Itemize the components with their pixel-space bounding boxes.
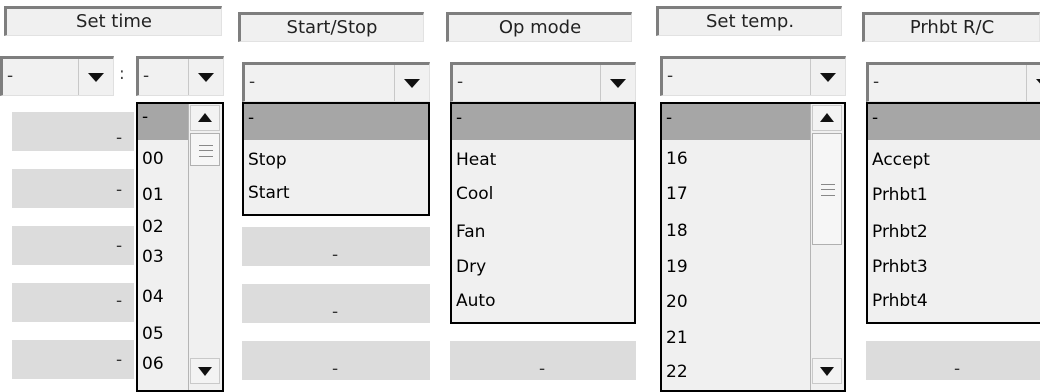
list-item[interactable]: Cool bbox=[452, 177, 634, 214]
chevron-down-icon bbox=[198, 73, 214, 82]
list-item[interactable]: Accept bbox=[868, 140, 1040, 177]
list-item[interactable]: - bbox=[244, 104, 428, 140]
list-item[interactable]: Dry bbox=[452, 250, 634, 285]
start-stop-dropdown-button[interactable] bbox=[394, 65, 429, 101]
cell-value: - bbox=[116, 128, 123, 148]
cell-value: - bbox=[116, 180, 123, 200]
set-temp-dropdown-button[interactable] bbox=[810, 59, 845, 95]
prhbt-rc-cell[interactable]: - bbox=[866, 341, 1040, 380]
arrow-down-icon bbox=[820, 367, 834, 376]
set-time-cell[interactable]: - bbox=[12, 112, 134, 151]
cell-value: - bbox=[116, 291, 123, 311]
set-time-cell[interactable]: - bbox=[12, 226, 134, 265]
start-stop-cell[interactable]: - bbox=[242, 284, 430, 323]
prhbt-rc-header: Prhbt R/C bbox=[862, 12, 1040, 42]
set-temp-header: Set temp. bbox=[656, 6, 842, 36]
set-temp-list-scrollbar[interactable] bbox=[810, 104, 844, 390]
chevron-down-icon bbox=[88, 73, 104, 82]
minute-dropdown-button[interactable] bbox=[188, 59, 223, 95]
start-stop-value: - bbox=[249, 72, 256, 92]
list-item[interactable]: Prhbt1 bbox=[868, 177, 1040, 214]
scroll-down-button[interactable] bbox=[190, 358, 220, 384]
grip-icon bbox=[199, 144, 213, 157]
cell-value: - bbox=[116, 350, 123, 370]
list-item[interactable]: - bbox=[452, 104, 634, 140]
chevron-down-icon bbox=[1036, 79, 1040, 88]
cell-value: - bbox=[332, 302, 339, 322]
time-separator: : bbox=[119, 64, 125, 84]
minute-value: - bbox=[143, 66, 150, 86]
chevron-down-icon bbox=[610, 79, 626, 88]
set-time-minute-dropdown[interactable]: - bbox=[136, 56, 224, 96]
set-time-cell[interactable]: - bbox=[12, 340, 134, 379]
start-stop-cell[interactable]: - bbox=[242, 227, 430, 266]
arrow-up-icon bbox=[820, 113, 834, 122]
start-stop-cell[interactable]: - bbox=[242, 341, 430, 380]
chevron-down-icon bbox=[820, 73, 836, 82]
hour-dropdown-button[interactable] bbox=[78, 59, 113, 95]
list-item[interactable]: Start bbox=[244, 177, 428, 214]
list-item[interactable]: - bbox=[868, 104, 1040, 140]
chevron-down-icon bbox=[404, 79, 420, 88]
set-time-header: Set time bbox=[4, 6, 222, 36]
list-item[interactable]: Auto bbox=[452, 285, 634, 321]
scroll-down-button[interactable] bbox=[812, 358, 842, 384]
set-time-cell[interactable]: - bbox=[12, 169, 134, 208]
list-item[interactable]: Prhbt4 bbox=[868, 285, 1040, 321]
set-temp-header-label: Set temp. bbox=[705, 11, 795, 32]
start-stop-dropdown[interactable]: - bbox=[242, 62, 430, 102]
set-temp-dropdown[interactable]: - bbox=[660, 56, 846, 96]
prhbt-rc-header-label: Prhbt R/C bbox=[909, 17, 995, 38]
minute-dropdown-list[interactable]: - 00 01 02 03 04 05 06 bbox=[136, 102, 224, 392]
scrollbar-thumb[interactable] bbox=[812, 133, 842, 245]
list-item[interactable]: Fan bbox=[452, 214, 634, 250]
start-stop-dropdown-list[interactable]: - Stop Start bbox=[242, 102, 430, 216]
list-item[interactable]: Stop bbox=[244, 140, 428, 177]
scrollbar-thumb[interactable] bbox=[190, 133, 220, 166]
op-mode-header-label: Op mode bbox=[498, 17, 582, 38]
list-item[interactable]: Heat bbox=[452, 140, 634, 177]
arrow-down-icon bbox=[198, 367, 212, 376]
cell-value: - bbox=[116, 236, 123, 256]
prhbt-rc-value: - bbox=[873, 72, 880, 92]
list-item[interactable]: Prhbt2 bbox=[868, 214, 1040, 250]
cell-value: - bbox=[332, 245, 339, 265]
cell-value: - bbox=[954, 359, 961, 379]
start-stop-header-label: Start/Stop bbox=[286, 17, 378, 38]
op-mode-cell[interactable]: - bbox=[450, 341, 636, 380]
start-stop-header: Start/Stop bbox=[238, 12, 424, 42]
set-time-header-label: Set time bbox=[76, 11, 152, 32]
cell-value: - bbox=[539, 359, 546, 379]
cell-value: - bbox=[332, 359, 339, 379]
minute-list-scrollbar[interactable] bbox=[188, 104, 222, 390]
op-mode-value: - bbox=[457, 72, 464, 92]
op-mode-dropdown-list[interactable]: - Heat Cool Fan Dry Auto bbox=[450, 102, 636, 324]
list-item[interactable]: Prhbt3 bbox=[868, 250, 1040, 285]
grip-icon bbox=[821, 184, 835, 196]
prhbt-rc-dropdown[interactable]: - bbox=[866, 62, 1040, 102]
set-temp-dropdown-list[interactable]: - 16 17 18 19 20 21 22 bbox=[660, 102, 846, 392]
arrow-up-icon bbox=[198, 113, 212, 122]
op-mode-dropdown[interactable]: - bbox=[450, 62, 636, 102]
set-temp-value: - bbox=[667, 66, 674, 86]
prhbt-rc-dropdown-button[interactable] bbox=[1026, 65, 1040, 101]
op-mode-dropdown-button[interactable] bbox=[600, 65, 635, 101]
scroll-up-button[interactable] bbox=[812, 105, 842, 131]
hour-value: - bbox=[7, 66, 14, 86]
prhbt-rc-dropdown-list[interactable]: - Accept Prhbt1 Prhbt2 Prhbt3 Prhbt4 bbox=[866, 102, 1040, 324]
set-time-cell[interactable]: - bbox=[12, 283, 134, 322]
scroll-up-button[interactable] bbox=[190, 105, 220, 131]
op-mode-header: Op mode bbox=[446, 12, 632, 42]
set-time-hour-dropdown[interactable]: - bbox=[0, 56, 114, 96]
